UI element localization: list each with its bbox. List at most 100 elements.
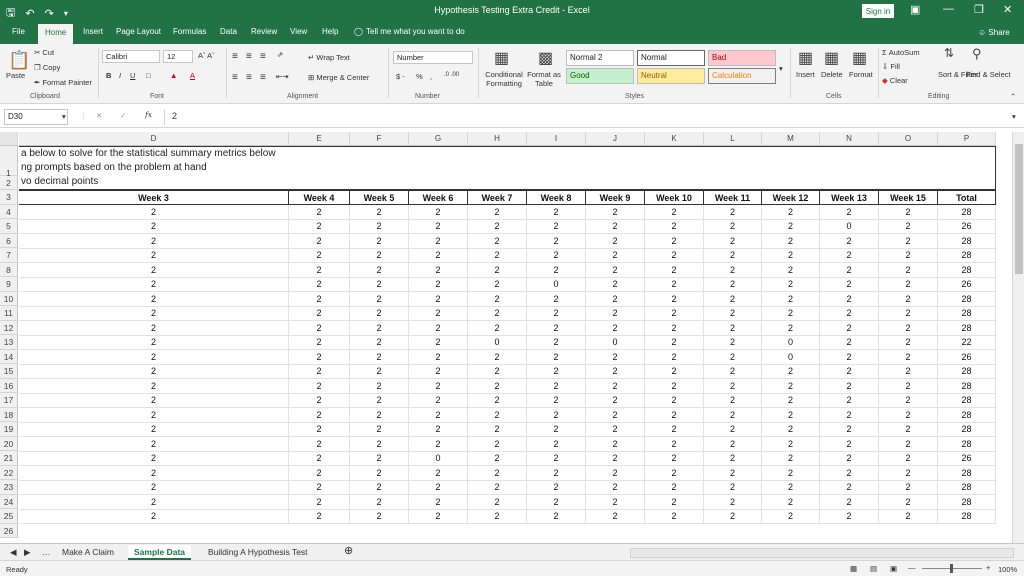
table-cell[interactable]: 2 — [820, 350, 879, 365]
table-cell[interactable]: 2 — [350, 393, 409, 408]
table-cell[interactable]: 22 — [938, 335, 996, 350]
table-cell[interactable]: 2 — [289, 350, 350, 365]
vertical-scroll-thumb[interactable] — [1015, 144, 1023, 274]
table-cell[interactable]: 2 — [704, 248, 762, 263]
table-cell[interactable]: 2 — [820, 437, 879, 452]
clear-button[interactable]: ◆ Clear — [882, 76, 908, 85]
column-header-e[interactable]: E — [289, 132, 350, 146]
collapse-ribbon-icon[interactable]: ⌃ — [1010, 92, 1016, 101]
table-cell[interactable]: 2 — [468, 263, 527, 278]
table-cell[interactable]: 2 — [289, 509, 350, 524]
table-cell[interactable]: 28 — [938, 379, 996, 394]
table-cell[interactable]: 2 — [645, 263, 704, 278]
table-cell[interactable]: 2 — [409, 379, 468, 394]
table-cell[interactable]: 2 — [762, 393, 820, 408]
table-cell[interactable]: 2 — [645, 248, 704, 263]
table-cell[interactable]: 2 — [409, 350, 468, 365]
table-cell[interactable]: 2 — [289, 263, 350, 278]
table-cell[interactable]: 2 — [645, 408, 704, 423]
table-cell[interactable]: 2 — [409, 422, 468, 437]
row-header-18[interactable]: 18 — [0, 408, 18, 422]
select-all-corner[interactable] — [0, 132, 18, 146]
table-cell[interactable]: 2 — [289, 451, 350, 466]
table-cell[interactable]: 2 — [19, 205, 289, 220]
table-cell[interactable]: 2 — [350, 379, 409, 394]
conditional-formatting-icon[interactable]: ▦ — [494, 48, 509, 68]
table-cell[interactable]: 2 — [820, 364, 879, 379]
table-cell[interactable]: 2 — [879, 437, 938, 452]
table-cell[interactable]: 2 — [527, 350, 586, 365]
tab-insert[interactable]: Insert — [83, 27, 103, 36]
table-cell[interactable]: 2 — [762, 509, 820, 524]
table-cell[interactable]: 2 — [704, 335, 762, 350]
table-cell[interactable]: 2 — [704, 451, 762, 466]
table-cell[interactable]: 2 — [527, 422, 586, 437]
table-cell[interactable]: 2 — [19, 350, 289, 365]
table-cell[interactable]: 2 — [645, 422, 704, 437]
borders-icon[interactable]: □ — [146, 71, 151, 80]
table-cell[interactable]: 2 — [645, 321, 704, 336]
table-cell[interactable]: 28 — [938, 408, 996, 423]
table-cell[interactable]: 26 — [938, 451, 996, 466]
sort-filter-icon[interactable]: ⇅ — [944, 46, 954, 60]
name-box-dropdown-icon[interactable]: ▾ — [62, 112, 66, 121]
style-normal2[interactable]: Normal 2 — [566, 50, 634, 66]
table-cell[interactable]: 2 — [468, 422, 527, 437]
table-cell[interactable]: 2 — [527, 335, 586, 350]
table-cell[interactable]: 2 — [19, 321, 289, 336]
table-cell[interactable]: 2 — [468, 451, 527, 466]
table-cell[interactable]: 2 — [586, 495, 645, 510]
name-box[interactable]: D30 — [4, 109, 68, 125]
table-cell[interactable]: 2 — [879, 379, 938, 394]
tell-me-box[interactable]: Tell me what you want to do — [366, 27, 465, 36]
table-cell[interactable]: 2 — [527, 321, 586, 336]
table-cell[interactable]: 2 — [704, 263, 762, 278]
worksheet-grid[interactable]: DEFGHIJKLMNOP 1 2 3 4 5 6 7 8 9 10 11 12 13 14 15 16 17 1… — [0, 132, 1012, 543]
underline-button[interactable]: U — [130, 71, 135, 80]
table-cell[interactable]: 2 — [468, 437, 527, 452]
row-header-7[interactable]: 7 — [0, 248, 18, 263]
table-cell[interactable]: 2 — [586, 248, 645, 263]
table-cell[interactable]: 2 — [289, 480, 350, 495]
table-cell[interactable]: 2 — [879, 321, 938, 336]
page-layout-view-icon[interactable]: ▤ — [870, 564, 877, 573]
column-label[interactable]: Week 15 — [879, 190, 938, 205]
table-cell[interactable]: 2 — [527, 234, 586, 249]
zoom-level[interactable]: 100% — [998, 565, 1017, 574]
table-cell[interactable]: 2 — [350, 509, 409, 524]
table-cell[interactable]: 2 — [704, 306, 762, 321]
table-cell[interactable]: 2 — [350, 422, 409, 437]
tab-home[interactable]: Home — [38, 24, 74, 44]
table-cell[interactable]: 2 — [468, 219, 527, 234]
table-cell[interactable]: 2 — [645, 306, 704, 321]
share-button[interactable]: ☺ Share — [978, 28, 1010, 37]
column-header-f[interactable]: F — [350, 132, 409, 146]
table-cell[interactable]: 2 — [820, 263, 879, 278]
table-cell[interactable]: 2 — [704, 437, 762, 452]
align-bottom-icon[interactable]: ≡ — [260, 51, 266, 62]
table-cell[interactable]: 2 — [350, 495, 409, 510]
table-cell[interactable]: 2 — [879, 263, 938, 278]
table-cell[interactable]: 2 — [19, 451, 289, 466]
table-cell[interactable]: 2 — [19, 480, 289, 495]
column-label[interactable]: Week 11 — [704, 190, 762, 205]
table-cell[interactable]: 2 — [289, 306, 350, 321]
page-break-view-icon[interactable]: ▣ — [890, 564, 897, 573]
table-cell[interactable]: 2 — [820, 306, 879, 321]
table-cell[interactable]: 2 — [350, 466, 409, 481]
table-cell[interactable]: 2 — [586, 263, 645, 278]
font-color-icon[interactable]: A — [190, 71, 195, 80]
table-cell[interactable]: 2 — [468, 393, 527, 408]
table-cell[interactable]: 2 — [289, 219, 350, 234]
row-header-4[interactable]: 4 — [0, 205, 18, 219]
table-cell[interactable]: 2 — [704, 408, 762, 423]
table-cell[interactable]: 2 — [586, 277, 645, 292]
table-cell[interactable]: 2 — [527, 219, 586, 234]
table-cell[interactable]: 2 — [879, 393, 938, 408]
table-cell[interactable]: 2 — [762, 466, 820, 481]
table-cell[interactable]: 2 — [645, 393, 704, 408]
column-label[interactable]: Week 4 — [289, 190, 350, 205]
table-cell[interactable]: 2 — [350, 437, 409, 452]
table-cell[interactable]: 2 — [350, 205, 409, 220]
table-cell[interactable]: 2 — [468, 350, 527, 365]
